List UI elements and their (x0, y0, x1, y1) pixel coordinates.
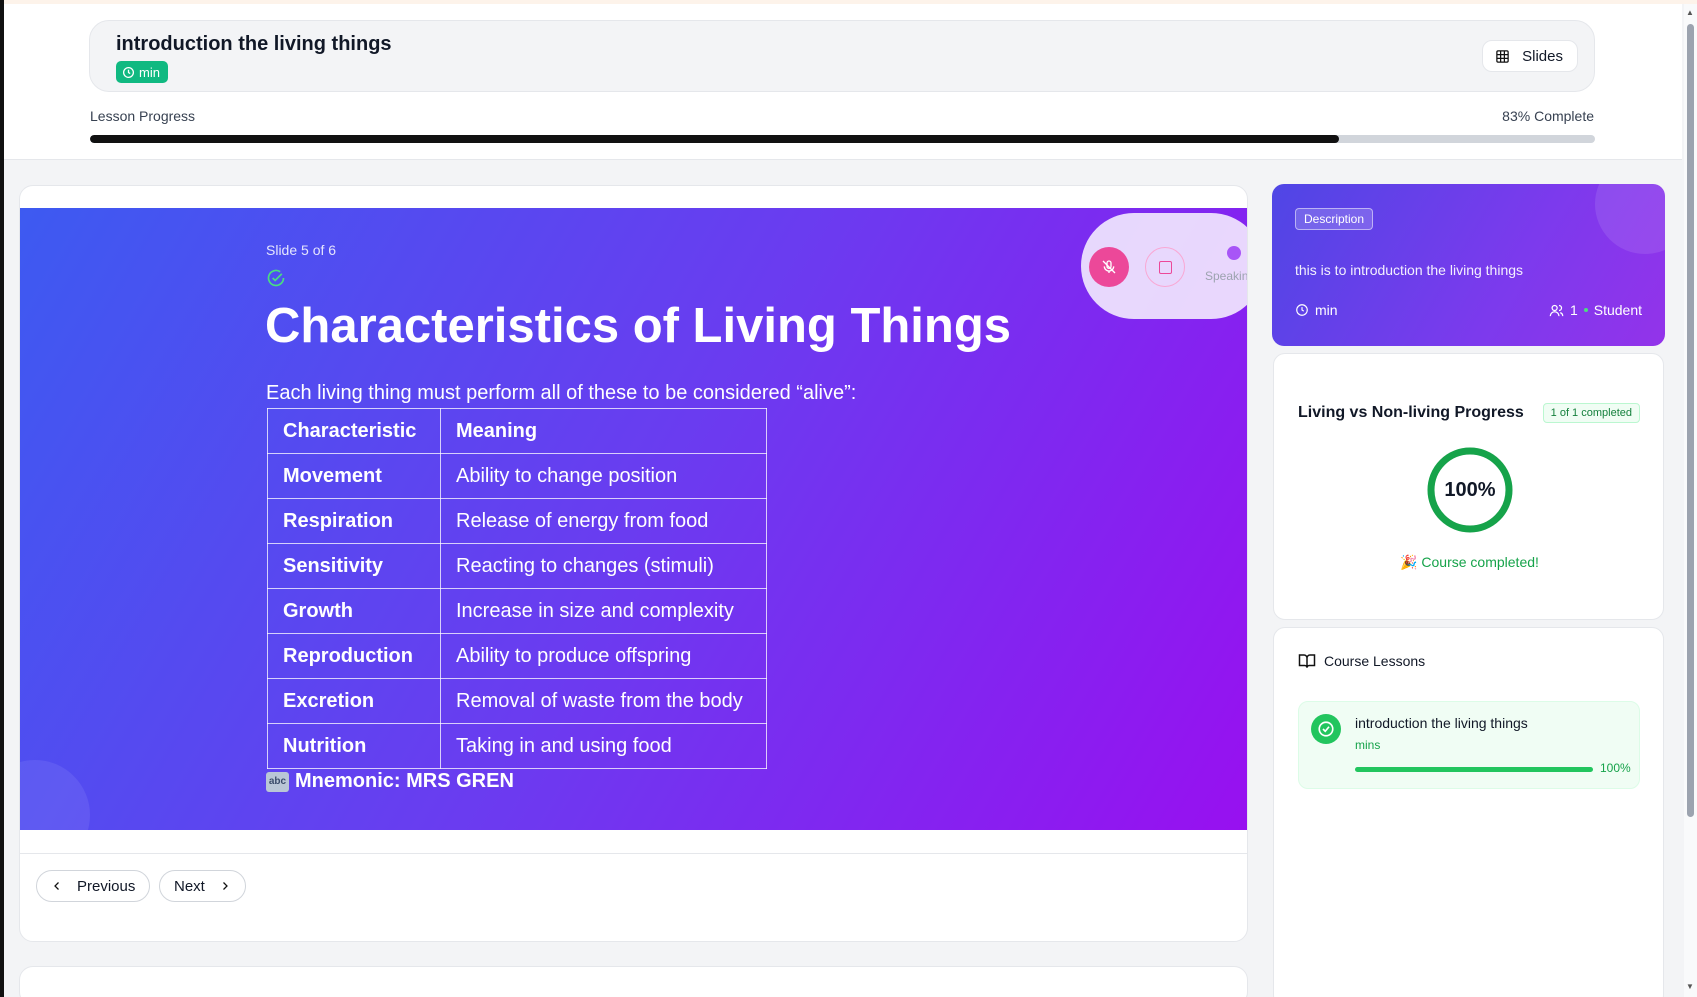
table-cell: Reproduction (267, 633, 441, 679)
stop-button[interactable] (1145, 247, 1185, 287)
table-cell: Respiration (267, 498, 441, 544)
lesson-progress-bar (1355, 767, 1593, 772)
table-cell: Ability to produce offspring (440, 633, 767, 679)
speaking-indicator (1227, 246, 1241, 260)
table-header-cell: Characteristic (267, 408, 441, 454)
mic-off-icon (1102, 260, 1116, 274)
previous-label: Previous (77, 877, 136, 895)
mute-mic-button[interactable] (1089, 247, 1129, 287)
lesson-item[interactable]: introduction the living things mins 100% (1298, 701, 1640, 789)
decorative-circle (1595, 184, 1665, 254)
slide-intro: Each living thing must perform all of th… (266, 382, 857, 404)
table-cell: Nutrition (267, 723, 441, 769)
next-button[interactable]: Next (159, 870, 246, 902)
voice-controls: Speaking (1081, 213, 1248, 319)
chevron-left-icon (54, 882, 59, 890)
table-cell: Sensitivity (267, 543, 441, 589)
table-row: Excretion Removal of waste from the body (267, 678, 767, 724)
lesson-progress-fill (1355, 767, 1593, 772)
secondary-card (19, 966, 1248, 997)
decorative-circle (20, 760, 90, 830)
lesson-duration: mins (1355, 738, 1381, 752)
table-row: Nutrition Taking in and using food (267, 723, 767, 769)
course-lessons-card: Course Lessons introduction the living t… (1273, 627, 1664, 997)
slides-button[interactable]: Slides (1482, 40, 1578, 72)
speaking-label: Speaking (1205, 269, 1248, 283)
description-audience: 1 Student (1549, 302, 1642, 318)
stop-icon (1158, 260, 1172, 274)
table-cell: Movement (267, 453, 441, 499)
grid-icon (1496, 49, 1509, 63)
table-cell: Release of energy from food (440, 498, 767, 544)
scroll-down-arrow-icon[interactable]: ▼ (1686, 982, 1694, 991)
lesson-title: introduction the living things (116, 33, 392, 55)
abc-icon: abc (266, 771, 289, 792)
table-cell: Excretion (267, 678, 441, 724)
lesson-percent: 100% (1600, 761, 1631, 775)
previous-button[interactable]: Previous (36, 870, 151, 902)
slide-card: Slide 5 of 6 Characteristics of Living T… (19, 185, 1248, 942)
table-cell: Ability to change position (440, 453, 767, 499)
lesson-progress-label: Lesson Progress (90, 108, 196, 124)
table-cell: Removal of waste from the body (440, 678, 767, 724)
completion-badge: 1 of 1 completed (1542, 403, 1640, 423)
course-progress-card: Living vs Non-living Progress 1 of 1 com… (1273, 353, 1664, 620)
book-open-icon (1298, 654, 1316, 668)
lesson-header: introduction the living things min Slide… (89, 20, 1595, 92)
clock-icon (122, 66, 135, 78)
table-cell: Reacting to changes (stimuli) (440, 543, 767, 589)
time-badge: min (116, 61, 168, 83)
description-card: Description this is to introduction the … (1272, 184, 1665, 346)
slide-heading: Characteristics of Living Things (265, 299, 1012, 353)
slides-button-label: Slides (1522, 47, 1563, 65)
users-icon (1549, 304, 1564, 316)
table-row: Sensitivity Reacting to changes (stimuli) (267, 543, 767, 589)
check-circle-icon (1318, 721, 1334, 737)
characteristics-table: Characteristic Meaning Movement Ability t… (267, 408, 767, 769)
scrollbar-thumb[interactable] (1687, 24, 1694, 817)
table-cell: Increase in size and complexity (440, 588, 767, 634)
course-lessons-header: Course Lessons (1298, 652, 1425, 670)
lesson-progress-percent: 83% Complete (1502, 108, 1594, 124)
course-progress-title: Living vs Non-living Progress (1298, 404, 1524, 421)
slide-counter: Slide 5 of 6 (266, 242, 337, 258)
mnemonic: abc Mnemonic: MRS GREN (266, 770, 514, 793)
participant-count: 1 (1569, 302, 1578, 318)
progress-ring: 100% (1426, 446, 1514, 534)
slide-navigation: Previous Next (20, 853, 1247, 902)
lesson-progress-bar (90, 135, 1595, 143)
lesson-progress-fill (90, 135, 1340, 143)
table-cell: Taking in and using food (440, 723, 767, 769)
time-badge-label: min (139, 64, 160, 80)
mnemonic-text: Mnemonic: MRS GREN (295, 770, 514, 792)
clock-icon (1296, 304, 1308, 316)
table-row: Movement Ability to change position (267, 453, 767, 499)
table-row: Respiration Release of energy from food (267, 498, 767, 544)
table-row: Reproduction Ability to produce offspring (267, 633, 767, 679)
lesson-complete-icon (1311, 714, 1341, 744)
course-completed-message: 🎉 Course completed! (1400, 554, 1539, 570)
next-label: Next (174, 877, 205, 895)
role-label: Student (1593, 302, 1642, 318)
chevron-right-icon (222, 882, 228, 890)
progress-ring-label: 100% (1444, 478, 1496, 501)
description-duration: min (1295, 302, 1338, 318)
check-circle-icon (267, 269, 285, 287)
duration-label: min (1315, 302, 1338, 318)
separator-dot (1583, 308, 1588, 312)
table-cell: Growth (267, 588, 441, 634)
slide-canvas: Slide 5 of 6 Characteristics of Living T… (20, 208, 1248, 830)
lesson-name: introduction the living things (1355, 715, 1528, 731)
description-text: this is to introduction the living thing… (1295, 262, 1524, 278)
description-badge: Description (1295, 208, 1374, 230)
course-lessons-title: Course Lessons (1324, 653, 1426, 669)
table-row: Growth Increase in size and complexity (267, 588, 767, 634)
table-header-row: Characteristic Meaning (267, 408, 767, 454)
scroll-up-arrow-icon[interactable]: ▲ (1686, 8, 1694, 17)
table-header-cell: Meaning (440, 408, 767, 454)
